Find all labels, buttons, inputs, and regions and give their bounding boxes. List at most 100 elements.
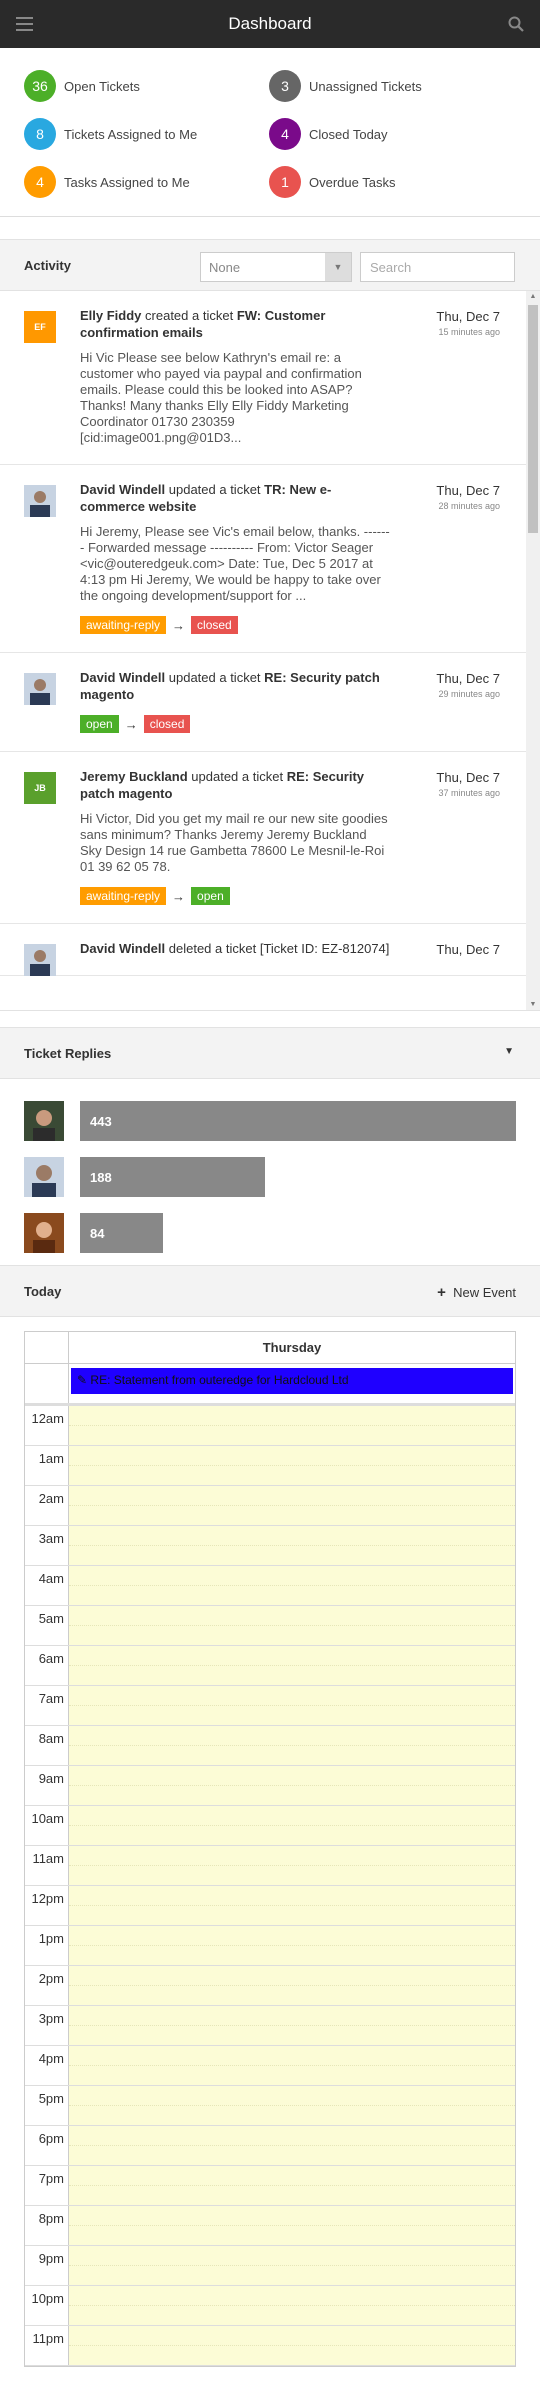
time-slot[interactable] — [69, 1686, 515, 1725]
avatar: JB — [24, 772, 56, 804]
time-slot[interactable] — [69, 1406, 515, 1445]
hour-row: 10am — [25, 1806, 515, 1846]
stat-open-tickets[interactable]: 36 Open Tickets — [24, 70, 269, 102]
activity-item[interactable]: EF Elly Fiddy created a ticket FW: Custo… — [0, 291, 540, 465]
time-slot[interactable] — [69, 2326, 515, 2365]
reply-count-bar: 188 — [80, 1157, 265, 1197]
time-slot[interactable] — [69, 2166, 515, 2205]
action-text: deleted a ticket — [168, 941, 257, 956]
activity-item[interactable]: David Windell updated a ticket TR: New e… — [0, 465, 540, 653]
count-badge: 3 — [269, 70, 301, 102]
item-date: Thu, Dec 7 — [436, 483, 500, 498]
time-slot[interactable] — [69, 1806, 515, 1845]
time-slot[interactable] — [69, 2126, 515, 2165]
time-slot[interactable] — [69, 1526, 515, 1565]
time-slot[interactable] — [69, 2006, 515, 2045]
ticket-replies-chart: 443 188 84 — [0, 1079, 540, 1265]
activity-header: Activity None ▼ Search — [0, 239, 540, 291]
stat-closed-today[interactable]: 4 Closed Today — [269, 118, 514, 150]
actor-name[interactable]: Jeremy Buckland — [80, 769, 188, 784]
day-name: Thursday — [262, 1340, 322, 1355]
time-slot[interactable] — [69, 1966, 515, 2005]
hour-label: 4pm — [25, 2046, 69, 2085]
page-title: Dashboard — [228, 14, 312, 33]
actor-name[interactable]: David Windell — [80, 482, 165, 497]
time-slot[interactable] — [69, 1646, 515, 1685]
hour-label: 12am — [25, 1406, 69, 1445]
time-slot[interactable] — [69, 1926, 515, 1965]
stat-tasks-assigned-to-me[interactable]: 4 Tasks Assigned to Me — [24, 166, 269, 198]
hour-row: 12pm — [25, 1886, 515, 1926]
ticket-link[interactable]: [Ticket ID: EZ-812074] — [260, 941, 390, 956]
hour-row: 6am — [25, 1646, 515, 1686]
time-slot[interactable] — [69, 1566, 515, 1605]
actor-name[interactable]: David Windell — [80, 941, 165, 956]
hour-label: 7am — [25, 1686, 69, 1725]
time-slot[interactable] — [69, 2286, 515, 2325]
hour-row: 7pm — [25, 2166, 515, 2206]
time-slot[interactable] — [69, 1846, 515, 1885]
time-slot[interactable] — [69, 1726, 515, 1765]
ticket-replies-header[interactable]: Ticket Replies ▼ — [0, 1027, 540, 1079]
time-slot[interactable] — [69, 2246, 515, 2285]
time-slot[interactable] — [69, 1486, 515, 1525]
arrow-right-icon: → — [172, 888, 186, 904]
scroll-down-icon[interactable]: ▼ — [526, 999, 540, 1010]
stat-label: Closed Today — [309, 126, 388, 142]
time-slot[interactable] — [69, 1766, 515, 1805]
feed-scrollbar[interactable]: ▲ ▼ — [526, 291, 540, 1010]
status-badge: awaiting-reply — [80, 887, 167, 905]
hour-grid: 12am 1am 2am 3am 4am 5am 6am 7am 8am 9am 10am 11am 1… — [25, 1406, 515, 2366]
actor-name[interactable]: David Windell — [80, 670, 165, 685]
activity-filter-select[interactable]: None ▼ — [200, 252, 352, 282]
stat-label: Tickets Assigned to Me — [64, 126, 198, 142]
stat-overdue-tasks[interactable]: 1 Overdue Tasks — [269, 166, 514, 198]
stat-unassigned-tickets[interactable]: 3 Unassigned Tickets — [269, 70, 514, 102]
stat-tickets-assigned-to-me[interactable]: 8 Tickets Assigned to Me — [24, 118, 269, 150]
status-badge: open — [80, 715, 119, 733]
time-slot[interactable] — [69, 2046, 515, 2085]
avatar — [24, 1157, 64, 1197]
hour-label: 4am — [25, 1566, 69, 1605]
activity-item[interactable]: David Windell deleted a ticket [Ticket I… — [0, 924, 540, 976]
hour-row: 8am — [25, 1726, 515, 1766]
avatar — [24, 673, 56, 705]
time-slot[interactable] — [69, 2206, 515, 2245]
item-excerpt: Hi Vic Please see below Kathryn's email … — [80, 350, 362, 445]
today-header: Today + New Event — [0, 1265, 540, 1317]
actor-name[interactable]: Elly Fiddy — [80, 308, 141, 323]
time-slot[interactable] — [69, 1886, 515, 1925]
calendar-event[interactable]: ✎ RE: Statement from outeredge for Hardc… — [71, 1368, 513, 1394]
item-time-ago: 15 minutes ago — [438, 327, 500, 337]
reply-count-bar: 443 — [80, 1101, 516, 1141]
hour-label: 2am — [25, 1486, 69, 1525]
hour-label: 1pm — [25, 1926, 69, 1965]
caret-down-icon[interactable]: ▼ — [504, 1046, 514, 1057]
hour-row: 2pm — [25, 1966, 515, 2006]
hour-label: 11pm — [25, 2326, 69, 2365]
scroll-up-icon[interactable]: ▲ — [526, 291, 540, 303]
new-event-button[interactable]: + New Event — [437, 1284, 516, 1301]
item-time-ago: 28 minutes ago — [438, 501, 500, 511]
action-text: updated a ticket — [168, 670, 261, 685]
reply-row: 188 — [0, 1149, 540, 1205]
hour-row: 11am — [25, 1846, 515, 1886]
scrollbar-thumb[interactable] — [528, 305, 538, 533]
search-icon[interactable] — [508, 16, 524, 32]
time-slot[interactable] — [69, 2086, 515, 2125]
hour-label: 1am — [25, 1446, 69, 1485]
activity-item[interactable]: David Windell updated a ticket RE: Secur… — [0, 653, 540, 752]
avatar — [24, 944, 56, 976]
activity-item[interactable]: JB Jeremy Buckland updated a ticket RE: … — [0, 752, 540, 924]
activity-search-input[interactable]: Search — [360, 252, 515, 282]
avatar — [24, 1101, 64, 1141]
hour-label: 9am — [25, 1766, 69, 1805]
item-time-ago: 37 minutes ago — [438, 788, 500, 798]
arrow-right-icon: → — [172, 617, 186, 633]
time-slot[interactable] — [69, 1606, 515, 1645]
count-badge: 1 — [269, 166, 301, 198]
hour-row: 9pm — [25, 2246, 515, 2286]
hamburger-icon[interactable] — [16, 17, 33, 31]
hour-row: 8pm — [25, 2206, 515, 2246]
time-slot[interactable] — [69, 1446, 515, 1485]
